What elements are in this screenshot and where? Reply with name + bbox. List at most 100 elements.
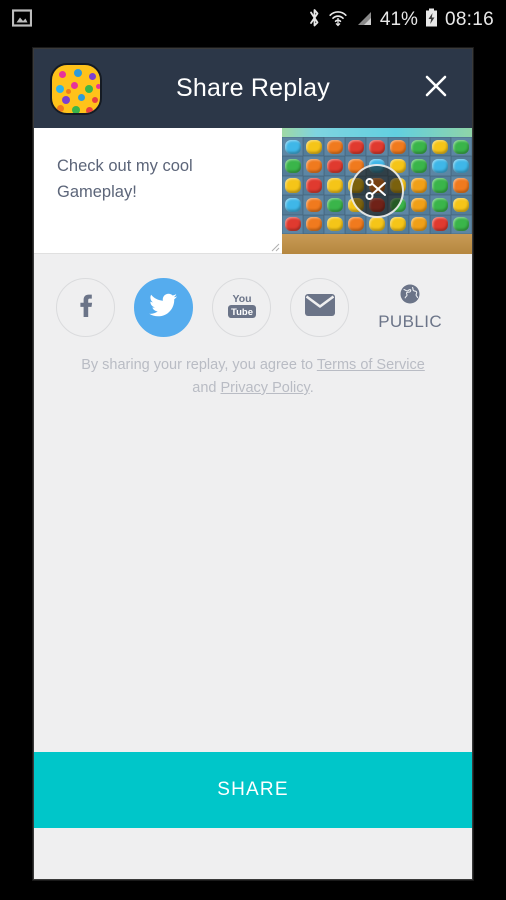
preview-candy [453,158,470,174]
globe-icon [399,283,421,310]
battery-percent-label: 41% [379,9,418,30]
close-button[interactable] [416,69,456,109]
candy-icon-dot [89,72,96,80]
social-target-row: You Tube PUBLIC [34,254,472,337]
preview-candy [305,178,322,193]
privacy-selector[interactable]: PUBLIC [378,283,442,332]
preview-grid-cell [387,214,409,234]
candy-icon-dot [72,105,80,113]
candy-icon-dot [66,88,71,94]
preview-candy [432,139,449,154]
dialog-body: You Tube PUBLIC By sharing your replay, … [34,254,472,879]
preview-grid-cell [303,214,325,234]
preview-grid-cell [429,137,451,157]
svg-text:Tube: Tube [231,307,253,318]
preview-candy [411,158,428,174]
share-button[interactable]: SHARE [34,752,472,828]
preview-grid-cell [324,195,346,215]
preview-grid-cell [450,137,472,157]
share-target-youtube[interactable]: You Tube [212,278,271,337]
preview-grid-cell [345,137,367,157]
preview-sky [282,128,472,137]
preview-grid-cell [450,156,472,176]
preview-grid-cell [450,195,472,215]
privacy-policy-link[interactable]: Privacy Policy [221,380,310,396]
preview-candy [305,197,322,213]
terms-disclaimer: By sharing your replay, you agree to Ter… [76,354,430,400]
preview-candy [305,158,322,174]
facebook-icon [71,290,101,325]
youtube-icon: You Tube [225,289,259,326]
preview-candy [284,139,301,154]
preview-grid-cell [303,195,325,215]
preview-candy [432,197,449,213]
envelope-icon [304,292,336,323]
share-target-twitter[interactable] [134,278,193,337]
candy-icon-dot [56,84,64,93]
share-target-facebook[interactable] [56,278,115,337]
preview-grid-cell [324,214,346,234]
terms-of-service-link[interactable]: Terms of Service [317,357,425,373]
preview-grid-cell [408,175,430,196]
preview-candy [432,217,449,232]
preview-grid-cell [324,156,346,176]
candy-icon-dot [57,104,64,112]
preview-candy [368,217,386,232]
privacy-label: PUBLIC [378,312,442,331]
preview-grid-cell [408,137,430,157]
preview-candy [326,139,343,154]
preview-grid-cell [429,214,451,234]
status-notifications [11,8,33,33]
preview-candy [347,217,364,232]
preview-grid-cell [408,214,430,234]
preview-candy [326,158,343,174]
bluetooth-icon [308,7,321,34]
preview-candy [305,139,322,154]
preview-grid-cell [408,156,430,176]
share-message-input[interactable] [34,128,282,253]
preview-grid-cell [303,137,325,157]
preview-grid-cell [303,175,325,196]
terms-prefix: By sharing your replay, you agree to [81,357,317,373]
candy-icon-dot [85,84,93,93]
wifi-icon [328,8,348,33]
preview-candy [453,197,470,213]
preview-candy [305,217,322,232]
preview-candy [411,217,428,232]
preview-candy [390,217,407,232]
candy-icon-dot [62,95,70,104]
preview-candy [453,178,470,193]
preview-grid-cell [282,156,304,176]
candy-icon-dot [59,70,66,78]
preview-grid-cell [387,137,409,157]
preview-candy [284,217,301,232]
close-icon [423,73,449,104]
screenshot-image-icon [11,8,33,33]
candy-icon-dot [71,81,78,89]
candy-icon-dot [74,68,82,77]
preview-grid-cell [429,195,451,215]
share-target-email[interactable] [290,278,349,337]
twitter-icon [148,289,180,326]
preview-grid-cell [450,175,472,196]
preview-candy [411,139,428,154]
preview-grid-cell [366,137,388,157]
preview-candy [432,178,449,193]
preview-grid-cell [303,156,325,176]
preview-grid-cell [282,214,304,234]
preview-candy [411,197,428,213]
preview-grid-cell [324,175,346,196]
dialog-header: Share Replay [34,49,472,128]
android-status-bar: 41% 08:16 [0,0,506,40]
gameplay-video-thumbnail[interactable] [282,128,472,254]
status-indicators: 41% 08:16 [308,7,494,34]
candy-icon-dot [78,93,85,101]
preview-grid-cell [324,137,346,157]
preview-candy [284,158,301,174]
preview-candy [284,197,301,213]
trim-video-button[interactable] [350,164,404,218]
cellular-signal-icon [355,9,373,32]
preview-candy [326,217,343,232]
scissors-icon [364,176,390,207]
preview-candy [347,139,364,154]
